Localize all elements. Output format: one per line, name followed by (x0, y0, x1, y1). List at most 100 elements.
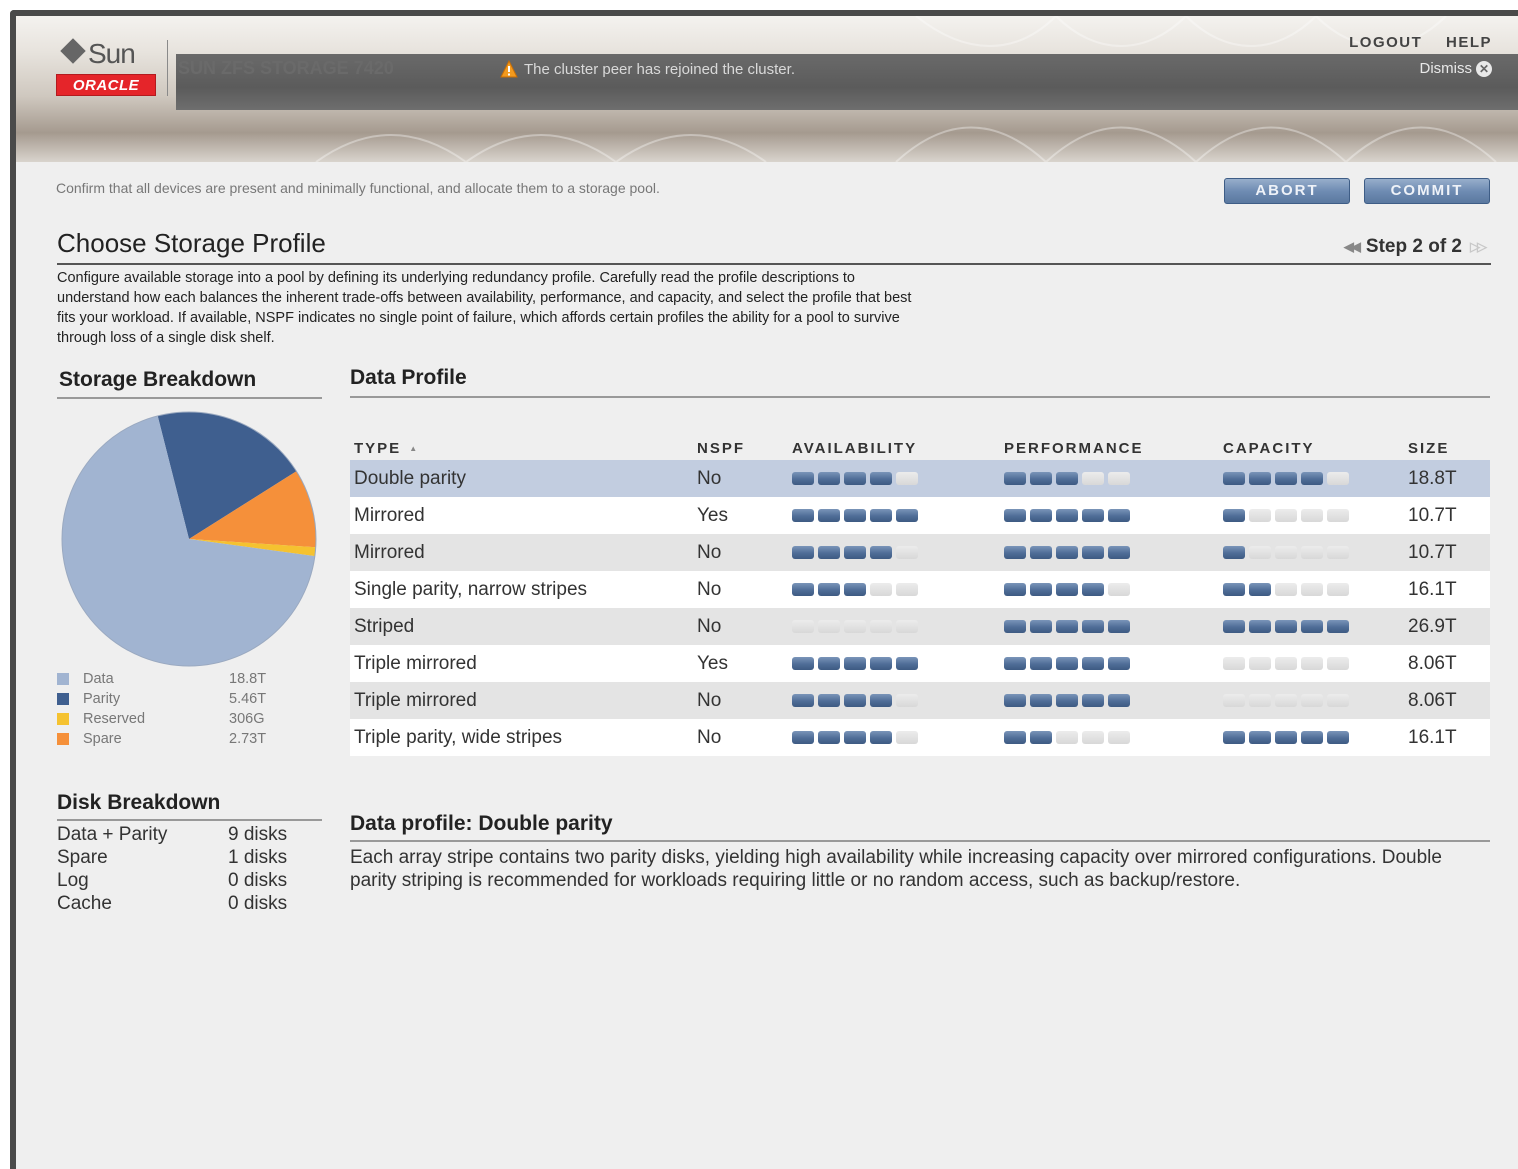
meter-segment (1030, 509, 1052, 522)
meter-segment (818, 546, 840, 559)
close-icon: ✕ (1476, 60, 1492, 77)
meter-segment (1301, 509, 1323, 522)
previous-step-icon[interactable]: ◀◀ (1344, 239, 1361, 255)
column-availability[interactable]: AVAILABILITY (792, 440, 1004, 460)
meter-segment (1056, 509, 1078, 522)
next-step-icon: ▷▷ (1470, 239, 1487, 254)
table-row[interactable]: Double parity No 18.8T (350, 460, 1490, 497)
meter-segment (1327, 472, 1349, 485)
meter-segment (1249, 694, 1271, 707)
disk-breakdown-table: Data + Parity 9 disks Spare 1 disks Log 0 dis… (57, 824, 317, 916)
meter-segment (1082, 657, 1104, 670)
meter-segment (1327, 509, 1349, 522)
column-size[interactable]: SIZE (1408, 440, 1488, 460)
table-row[interactable]: Mirrored No 10.7T (350, 534, 1490, 571)
performance-meter (1004, 546, 1223, 559)
column-nspf[interactable]: NSPF (697, 440, 792, 460)
performance-cell (1004, 472, 1223, 485)
meter-segment (1327, 694, 1349, 707)
availability-cell (792, 472, 1004, 485)
sun-oracle-logo: Sun ORACLE (56, 38, 156, 100)
profile-nspf: Yes (697, 652, 728, 674)
profile-type: Striped (354, 615, 415, 637)
meter-segment (1301, 694, 1323, 707)
meter-segment (1327, 546, 1349, 559)
meter-segment (1056, 694, 1078, 707)
meter-segment (1056, 472, 1078, 485)
column-type[interactable]: TYPE ▲ (354, 440, 697, 460)
disk-row: Cache 0 disks (57, 893, 317, 916)
legend-item: Reserved 306G (57, 709, 287, 729)
meter-segment (1327, 620, 1349, 633)
disk-count: 1 disks (228, 847, 288, 868)
availability-cell (792, 657, 1004, 670)
profile-type: Double parity (354, 467, 466, 489)
performance-cell (1004, 583, 1223, 596)
availability-cell (792, 583, 1004, 596)
meter-segment (844, 620, 866, 633)
logout-link[interactable]: LOGOUT (1349, 34, 1422, 51)
step-indicator: ◀◀ Step 2 of 2 ▷▷ (1336, 236, 1492, 258)
availability-meter (792, 509, 1004, 522)
profile-nspf: No (697, 578, 722, 600)
availability-meter (792, 731, 1004, 744)
profile-size: 18.8T (1408, 467, 1457, 489)
profile-size: 8.06T (1408, 689, 1457, 711)
meter-segment (1301, 657, 1323, 670)
profile-type: Triple mirrored (354, 652, 477, 674)
legend-value: 18.8T (229, 671, 267, 687)
meter-segment (818, 620, 840, 633)
profile-nspf: No (697, 726, 722, 748)
meter-segment (1082, 546, 1104, 559)
disk-count: 9 disks (228, 824, 288, 845)
profile-size: 8.06T (1408, 652, 1457, 674)
meter-segment (1249, 472, 1271, 485)
meter-segment (1249, 620, 1271, 633)
table-row[interactable]: Striped No 26.9T (350, 608, 1490, 645)
profile-nspf: No (697, 689, 722, 711)
table-row[interactable]: Triple mirrored No 8.06T (350, 682, 1490, 719)
meter-segment (870, 472, 892, 485)
table-row[interactable]: Mirrored Yes 10.7T (350, 497, 1490, 534)
product-name: SUN ZFS STORAGE 7420 (178, 58, 394, 78)
capacity-cell (1223, 657, 1408, 670)
performance-cell (1004, 509, 1223, 522)
table-row[interactable]: Triple mirrored Yes 8.06T (350, 645, 1490, 682)
capacity-cell (1223, 583, 1408, 596)
meter-segment (1327, 657, 1349, 670)
meter-segment (1056, 657, 1078, 670)
oracle-logo: ORACLE (56, 74, 156, 96)
dismiss-button[interactable]: Dismiss ✕ (1420, 60, 1492, 77)
meter-segment (1249, 546, 1271, 559)
column-capacity[interactable]: CAPACITY (1223, 440, 1408, 460)
table-row[interactable]: Triple parity, wide stripes No 16.1T (350, 719, 1490, 756)
meter-segment (1108, 546, 1130, 559)
legend-value: 306G (229, 711, 265, 727)
meter-segment (896, 657, 918, 670)
meter-segment (792, 509, 814, 522)
profile-type: Mirrored (354, 504, 425, 526)
column-performance[interactable]: PERFORMANCE (1004, 440, 1223, 460)
help-link[interactable]: HELP (1446, 34, 1492, 51)
intro-text: Configure available storage into a pool … (57, 270, 912, 346)
meter-segment (1249, 509, 1271, 522)
logo-divider (167, 40, 168, 96)
abort-button[interactable]: ABORT (1224, 178, 1350, 204)
meter-segment (792, 472, 814, 485)
legend-label: Spare (83, 731, 122, 747)
availability-cell (792, 731, 1004, 744)
header-decoration (315, 16, 1497, 162)
disk-row: Data + Parity 9 disks (57, 824, 317, 847)
availability-meter (792, 546, 1004, 559)
commit-button[interactable]: COMMIT (1364, 178, 1490, 204)
availability-meter (792, 657, 1004, 670)
meter-segment (844, 546, 866, 559)
meter-segment (1082, 620, 1104, 633)
meter-segment (1030, 583, 1052, 596)
meter-segment (1249, 731, 1271, 744)
meter-segment (1056, 620, 1078, 633)
performance-meter (1004, 472, 1223, 485)
capacity-meter (1223, 731, 1408, 744)
table-row[interactable]: Single parity, narrow stripes No 16.1T (350, 571, 1490, 608)
meter-segment (1004, 472, 1026, 485)
